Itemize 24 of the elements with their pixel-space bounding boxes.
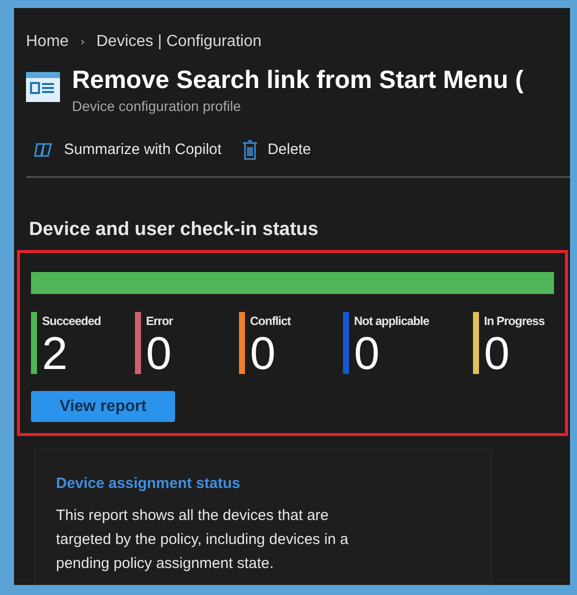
page-title: Remove Search link from Start Menu (	[72, 65, 524, 96]
status-count: 0	[484, 330, 510, 376]
breadcrumb-link[interactable]: Home	[26, 30, 69, 54]
breadcrumb-separator: ›	[80, 34, 84, 50]
status-count: 0	[354, 330, 380, 376]
status-count: 2	[42, 330, 69, 376]
card-description: This report shows all the devices that are targeted by the policy, including devices in a pending policy assignment state.	[56, 506, 350, 574]
delete-button[interactable]: Delete	[242, 139, 311, 162]
view-report-button[interactable]: View report	[31, 391, 175, 422]
status-label: Succeeded	[42, 313, 101, 330]
card-title-link[interactable]: Device assignment status	[56, 473, 470, 496]
breadcrumb-link[interactable]: Devices | Configuration	[96, 30, 262, 54]
status-label: Conflict	[250, 313, 291, 330]
copilot-icon	[34, 141, 54, 160]
profile-icon	[26, 72, 60, 102]
status-label: In Progress	[484, 313, 545, 330]
status-count: 0	[146, 330, 173, 376]
page-subtitle: Device configuration profile	[72, 97, 242, 116]
trash-icon	[242, 140, 258, 160]
status-label: Error	[146, 313, 173, 330]
summarize-button[interactable]: Summarize with Copilot	[34, 139, 222, 162]
status-label: Not applicable	[354, 313, 430, 330]
status-count: 0	[250, 330, 277, 376]
section-heading: Device and user check-in status	[28, 218, 320, 242]
